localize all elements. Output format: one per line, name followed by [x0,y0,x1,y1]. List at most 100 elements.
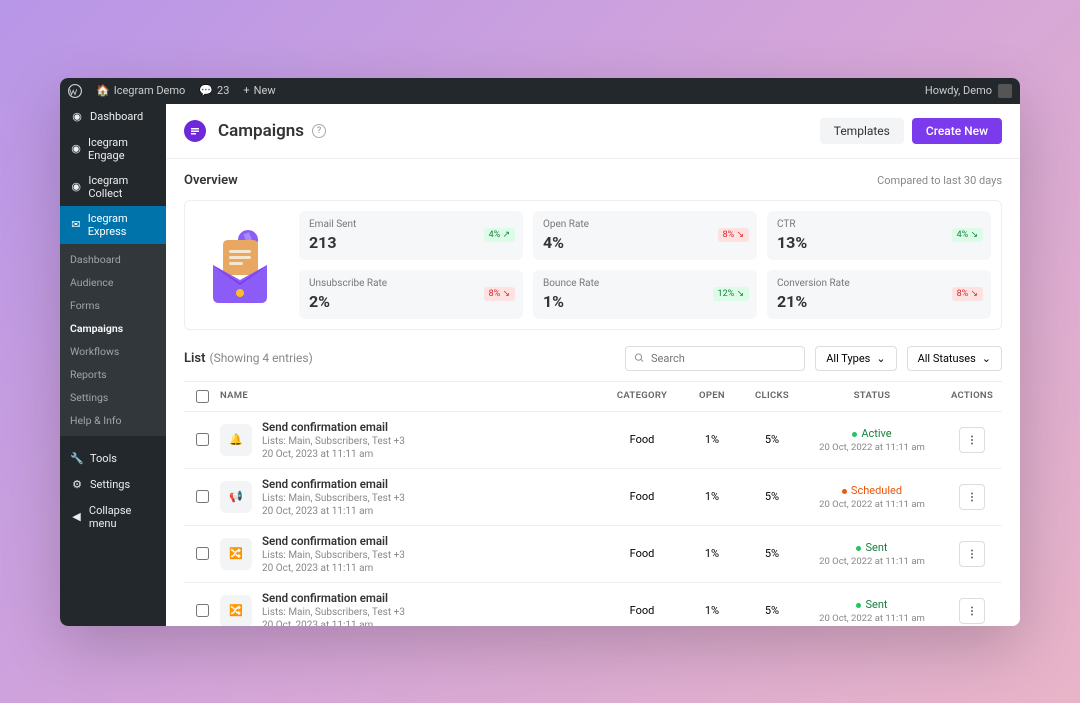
sidebar-item[interactable]: ◉ Icegram Engage [60,130,166,168]
more-vertical-icon [966,548,978,560]
campaign-date: 20 Oct, 2023 at 11:11 am [262,620,405,626]
more-vertical-icon [966,491,978,503]
campaign-type-icon: 🔀 [220,595,252,626]
metric-card: Conversion Rate 21% 8% ↘ [767,270,991,319]
select-all-checkbox[interactable] [196,390,209,403]
mail-icon: ✉ [70,218,82,232]
sidebar-item-label: Icegram Express [88,212,156,238]
col-status: STATUS [802,390,942,403]
campaign-name[interactable]: Send confirmation email [262,477,405,491]
sidebar-sub-item[interactable]: Reports [60,363,166,386]
search-input[interactable] [651,352,796,365]
sidebar-sub-item[interactable]: Dashboard [60,248,166,271]
sidebar-sub-item[interactable]: Audience [60,271,166,294]
campaign-type-icon: 📢 [220,481,252,513]
row-actions-button[interactable] [959,484,985,510]
search-icon [634,352,645,364]
col-name: NAME [220,390,602,403]
sidebar-sub-item[interactable]: Forms [60,294,166,317]
create-new-button[interactable]: Create New [912,118,1002,144]
sidebar-item[interactable]: 🔧 Tools [60,446,166,472]
status-badge: Sent [802,541,942,554]
table-row: 🔀 Send confirmation email Lists: Main, S… [184,583,1002,626]
sidebar-item[interactable]: ◉Icegram Collect [60,168,166,206]
campaign-category: Food [602,433,682,446]
campaign-name[interactable]: Send confirmation email [262,534,405,548]
sidebar-item-label: Dashboard [90,110,143,123]
table-header: NAME CATEGORY OPEN CLICKS STATUS ACTIONS [184,381,1002,412]
filter-types-dropdown[interactable]: All Types ⌄ [815,346,896,371]
campaign-clicks: 5% [742,604,802,617]
nav-icon: ⚙ [70,478,84,492]
metric-value: 213 [309,233,513,252]
sidebar-item-label: Tools [90,452,117,465]
envelope-illustration [195,211,285,319]
sidebar-item-icegram-express[interactable]: ✉ Icegram Express [60,206,166,244]
metric-change-badge: 12% ↘ [713,287,749,301]
campaign-category: Food [602,604,682,617]
sidebar: ◉ Dashboard ◉ Icegram Engage ◉Icegram Collec… [60,104,166,626]
metric-change-badge: 8% ↘ [484,287,515,301]
campaign-type-icon: 🔔 [220,424,252,456]
campaign-open-rate: 1% [682,490,742,503]
filter-statuses-dropdown[interactable]: All Statuses ⌄ [907,346,1002,371]
search-box[interactable] [625,346,805,371]
campaign-name[interactable]: Send confirmation email [262,591,405,605]
sidebar-item-label: Collapse menu [89,504,156,530]
col-open: OPEN [682,390,742,403]
row-checkbox[interactable] [196,490,209,503]
new-link[interactable]: + New [243,84,275,97]
filter-statuses-label: All Statuses [918,352,976,365]
campaign-date: 20 Oct, 2023 at 11:11 am [262,449,405,460]
sidebar-item[interactable]: ◉ Dashboard [60,104,166,130]
sidebar-sub-item[interactable]: Workflows [60,340,166,363]
metric-label: CTR [777,219,981,230]
status-date: 20 Oct, 2022 at 11:11 am [802,442,942,453]
campaign-type-icon: 🔀 [220,538,252,570]
more-vertical-icon [966,434,978,446]
status-date: 20 Oct, 2022 at 11:11 am [802,556,942,567]
wp-logo-icon[interactable] [68,84,82,98]
nav-icon: ◉ [70,142,82,156]
campaign-open-rate: 1% [682,604,742,617]
sidebar-sub-item[interactable]: Settings [60,386,166,409]
row-actions-button[interactable] [959,541,985,567]
content-area: Campaigns ? Templates Create New Overvie… [166,104,1020,626]
status-date: 20 Oct, 2022 at 11:11 am [802,613,942,624]
nav-icon: ◀ [70,510,83,524]
sidebar-sub-item[interactable]: Campaigns [60,317,166,340]
sidebar-sub-item[interactable]: Help & Info [60,409,166,432]
campaign-clicks: 5% [742,547,802,560]
metric-card: Email Sent 213 4% ↗ [299,211,523,260]
campaign-name[interactable]: Send confirmation email [262,420,405,434]
more-vertical-icon [966,605,978,617]
campaign-clicks: 5% [742,490,802,503]
app-badge-icon [184,120,206,142]
templates-button[interactable]: Templates [820,118,904,144]
table-row: 📢 Send confirmation email Lists: Main, S… [184,469,1002,526]
status-badge: Scheduled [802,484,942,497]
site-name-link[interactable]: 🏠 Icegram Demo [96,84,185,97]
avatar[interactable] [998,84,1012,98]
sidebar-item[interactable]: ◀ Collapse menu [60,498,166,536]
col-actions: ACTIONS [942,390,1002,403]
row-actions-button[interactable] [959,427,985,453]
row-checkbox[interactable] [196,433,209,446]
comments-link[interactable]: 💬 23 [199,84,229,97]
sidebar-item-label: Icegram Engage [88,136,156,162]
metric-label: Unsubscribe Rate [309,278,513,289]
nav-icon: ◉ [70,180,82,194]
metric-card: Unsubscribe Rate 2% 8% ↘ [299,270,523,319]
nav-icon: 🔧 [70,452,84,466]
help-icon[interactable]: ? [312,124,326,138]
campaign-clicks: 5% [742,433,802,446]
row-checkbox[interactable] [196,604,209,617]
metric-value: 13% [777,233,981,252]
metric-change-badge: 4% ↗ [484,228,515,242]
row-checkbox[interactable] [196,547,209,560]
greeting-text[interactable]: Howdy, Demo [925,84,992,97]
row-actions-button[interactable] [959,598,985,624]
sidebar-item[interactable]: ⚙Settings [60,472,166,498]
app-window: 🏠 Icegram Demo 💬 23 + New Howdy, Demo ◉ D… [60,78,1020,626]
nav-icon: ◉ [70,110,84,124]
